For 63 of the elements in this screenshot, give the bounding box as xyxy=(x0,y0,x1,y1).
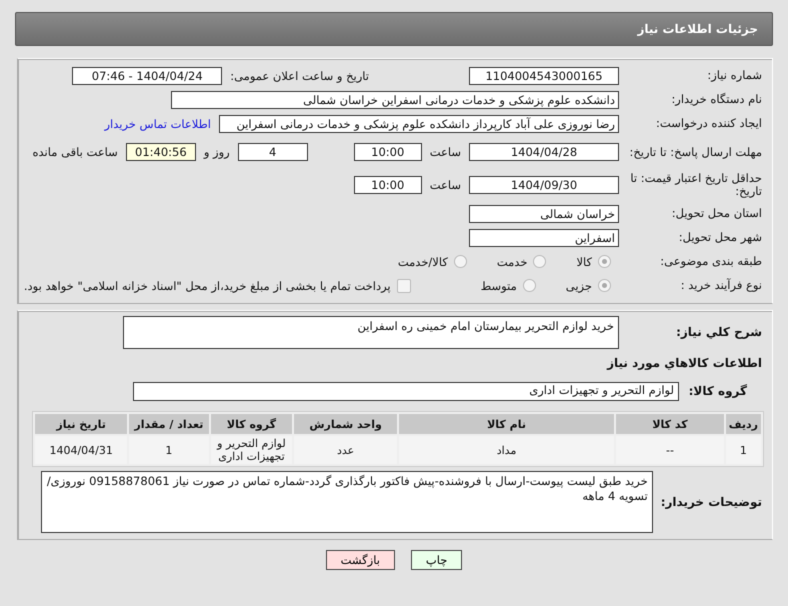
page-header: جزئیات اطلاعات نیاز xyxy=(15,12,773,46)
text-field[interactable]: 10:00 xyxy=(354,143,422,161)
field-label: نام دستگاه خریدار: xyxy=(670,93,763,106)
column-header: واحد شمارش xyxy=(294,414,397,434)
radio-button[interactable] xyxy=(522,279,536,292)
column-header: تعداد / مقدار xyxy=(129,414,209,434)
field-label: ساعت باقی مانده xyxy=(32,145,118,159)
field-label: توضیحات خریدار: xyxy=(660,496,763,508)
radio-label: جزیی xyxy=(566,278,592,292)
column-header: ردیف xyxy=(726,414,761,434)
text-field[interactable]: 1104004543000165 xyxy=(469,66,619,84)
section-title: اطلاعات کالاهاي مورد نياز xyxy=(607,356,763,370)
field-label: ایجاد کننده درخواست: xyxy=(655,117,763,130)
text-area[interactable]: خرید لوازم التحریر بیمارستان امام خمینی ره اسفراین xyxy=(123,316,619,349)
contact-link[interactable]: اطلاعات تماس خریدار xyxy=(104,116,211,130)
radio-label: کالا xyxy=(576,254,592,268)
text-field[interactable]: 1404/04/28 xyxy=(469,143,619,161)
table-cell: عدد xyxy=(294,436,397,464)
field-label: مهلت ارسال پاسخ: تا تاریخ: xyxy=(628,146,763,158)
field-label: گروه کالا: xyxy=(688,385,748,398)
table-cell: مداد xyxy=(398,436,614,464)
text-field[interactable]: خراسان شمالی xyxy=(469,204,619,222)
text-field[interactable]: رضا نوروزی علی آباد کارپرداز دانشکده علوم پزشکی و خدمات درمانی اسفراین xyxy=(219,114,619,132)
text-field[interactable]: 4 xyxy=(238,143,308,161)
field-label: نوع فرآیند خرید : xyxy=(680,279,763,292)
field-label: ساعت xyxy=(430,145,461,159)
field-label: شماره نیاز: xyxy=(706,69,763,82)
checkbox[interactable] xyxy=(396,278,411,292)
field-label: شرح کلي نياز: xyxy=(675,326,763,339)
table-cell: 1404/04/31 xyxy=(35,436,128,464)
field-label: روز و xyxy=(204,145,230,159)
table-cell: -- xyxy=(616,436,724,464)
text-field[interactable]: 1404/09/30 xyxy=(469,176,619,194)
column-header: گروه کالا xyxy=(210,414,292,434)
field-label: شهر محل تحویل: xyxy=(678,231,763,244)
text-field[interactable]: دانشکده علوم پزشکی و خدمات درمانی اسفراین خراسان شمالی xyxy=(171,90,619,108)
column-header: کد کالا xyxy=(616,414,724,434)
field-label: استان محل تحویل: xyxy=(670,207,763,220)
column-header: نام کالا xyxy=(398,414,614,434)
radio-button[interactable] xyxy=(598,279,611,292)
field-label: طبقه بندی موضوعی: xyxy=(659,255,763,268)
text-field[interactable]: 1404/04/24 - 07:46 xyxy=(72,66,222,84)
table-cell: 1 xyxy=(726,436,761,464)
radio-label: خدمت xyxy=(496,254,528,268)
text-field[interactable]: لوازم التحریر و تجهیزات اداری xyxy=(133,382,679,401)
field-label: تاریخ و ساعت اعلان عمومی: xyxy=(230,68,369,82)
radio-button[interactable] xyxy=(533,255,546,268)
field-label: حداقل تاریخ اعتبار قیمت: تا تاریخ: xyxy=(629,172,763,198)
text-field[interactable]: 01:40:56 xyxy=(126,143,196,161)
radio-label: متوسط xyxy=(480,278,517,292)
back-button[interactable]: بازگشت xyxy=(326,550,395,570)
table-cell: لوازم التحریر و تجهیزات اداری xyxy=(210,436,292,464)
text-field[interactable]: اسفراین xyxy=(469,228,619,246)
checkbox-label: پرداخت تمام یا بخشی از مبلغ خرید،از محل "اسناد خزانه اسلامی" خواهد بود. xyxy=(24,278,391,292)
field-label: ساعت xyxy=(430,178,461,192)
text-area[interactable]: خرید طبق لیست پیوست-ارسال با فروشنده-پیش فاکتور بارگذاری گردد-شماره تماس در صورت نیاز 09158878061 نوروزی/تسویه 4 ماهه xyxy=(40,471,653,533)
text-field[interactable]: 10:00 xyxy=(354,176,422,194)
radio-button[interactable] xyxy=(454,255,467,268)
print-button[interactable]: چاپ xyxy=(410,550,462,570)
radio-button[interactable] xyxy=(598,255,611,268)
column-header: تاریخ نیاز xyxy=(35,414,128,434)
radio-label: کالا/خدمت xyxy=(398,254,448,268)
table-cell: 1 xyxy=(129,436,209,464)
